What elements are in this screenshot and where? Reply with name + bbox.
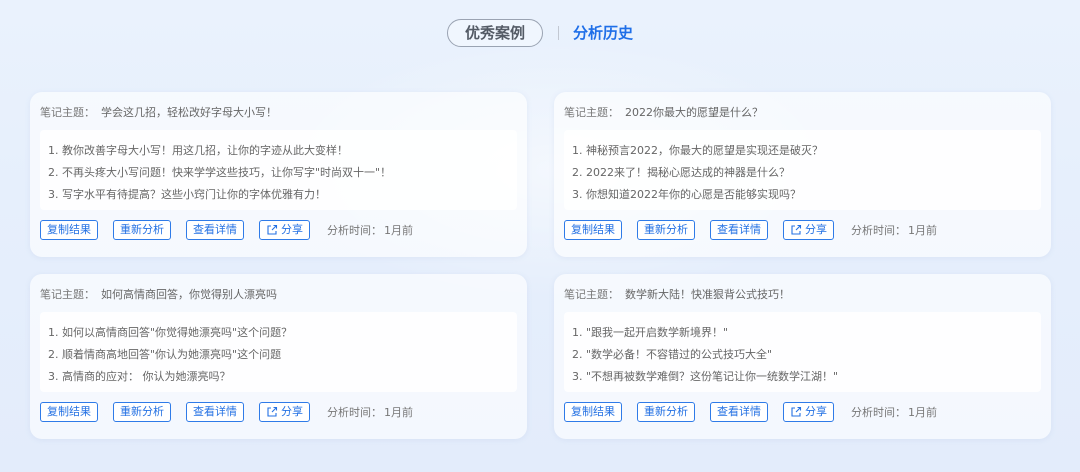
- analysis-time-label: 分析时间：: [327, 406, 382, 419]
- share-button[interactable]: 分享: [783, 402, 834, 422]
- list-item: 2. 不再头疼大小写问题！快来学学这些技巧，让你写字"时尚双十一"！: [48, 166, 392, 179]
- card-actions: 复制结果 重新分析 查看详情 分享 分析时间： 1月前: [564, 220, 937, 240]
- card-title: 笔记主题： 学会这几招，轻松改好字母大小写！: [40, 104, 277, 120]
- view-details-button[interactable]: 查看详情: [186, 402, 244, 422]
- history-card: 笔记主题： 2022你最大的愿望是什么？ 1. 神秘预言2022，你最大的愿望是实…: [554, 92, 1051, 257]
- list-item: 2. 顺着情商高地回答"你认为她漂亮吗"这个问题: [48, 348, 282, 361]
- copy-result-button[interactable]: 复制结果: [564, 220, 622, 240]
- view-details-button[interactable]: 查看详情: [710, 220, 768, 240]
- subject-text: 学会这几招，轻松改好字母大小写！: [101, 106, 277, 119]
- tab-analysis-history[interactable]: 分析历史: [573, 20, 633, 46]
- subject-label: 笔记主题：: [564, 106, 619, 119]
- subject-text: 如何高情商回答，你觉得别人漂亮吗: [101, 288, 277, 301]
- share-button[interactable]: 分享: [259, 220, 310, 240]
- list-item: 3. 高情商的应对： 你认为她漂亮吗？: [48, 370, 231, 383]
- subject-text: 数学新大陆！快准狠背公式技巧！: [625, 288, 790, 301]
- list-item: 3. "不想再被数学难倒？这份笔记让你一统数学江湖！": [572, 370, 839, 383]
- analysis-time: 分析时间： 1月前: [851, 404, 937, 420]
- share-label: 分享: [281, 405, 303, 418]
- view-details-button[interactable]: 查看详情: [710, 402, 768, 422]
- result-list: 1. 神秘预言2022，你最大的愿望是实现还是破灭？ 2. 2022来了！揭秘心…: [564, 130, 1041, 210]
- analysis-time-label: 分析时间：: [851, 406, 906, 419]
- list-item: 1. 教你改善字母大小写！用这几招，让你的字迹从此大变样！: [48, 144, 348, 157]
- share-icon: [267, 406, 278, 417]
- list-item: 3. 写字水平有待提高？这些小窍门让你的字体优雅有力！: [48, 188, 326, 201]
- card-title: 笔记主题： 如何高情商回答，你觉得别人漂亮吗: [40, 286, 277, 302]
- card-title: 笔记主题： 2022你最大的愿望是什么？: [564, 104, 763, 120]
- share-label: 分享: [805, 405, 827, 418]
- reanalyze-button[interactable]: 重新分析: [637, 220, 695, 240]
- result-list: 1. 教你改善字母大小写！用这几招，让你的字迹从此大变样！ 2. 不再头疼大小写…: [40, 130, 517, 210]
- tab-bar: 优秀案例 分析历史: [0, 19, 1080, 47]
- share-icon: [791, 224, 802, 235]
- subject-label: 笔记主题：: [40, 288, 95, 301]
- reanalyze-button[interactable]: 重新分析: [637, 402, 695, 422]
- copy-result-button[interactable]: 复制结果: [564, 402, 622, 422]
- list-item: 2. 2022来了！揭秘心愿达成的神器是什么？: [572, 166, 790, 179]
- share-label: 分享: [281, 223, 303, 236]
- copy-result-button[interactable]: 复制结果: [40, 402, 98, 422]
- share-button[interactable]: 分享: [259, 402, 310, 422]
- list-item: 1. 神秘预言2022，你最大的愿望是实现还是破灭？: [572, 144, 823, 157]
- analysis-time: 分析时间： 1月前: [327, 404, 413, 420]
- copy-result-button[interactable]: 复制结果: [40, 220, 98, 240]
- history-card: 笔记主题： 如何高情商回答，你觉得别人漂亮吗 1. 如何以高情商回答"你觉得她漂亮…: [30, 274, 527, 439]
- tab-divider: [558, 26, 559, 40]
- share-icon: [791, 406, 802, 417]
- reanalyze-button[interactable]: 重新分析: [113, 402, 171, 422]
- card-actions: 复制结果 重新分析 查看详情 分享 分析时间： 1月前: [40, 402, 413, 422]
- result-list: 1. "跟我一起开启数学新境界！" 2. "数学必备！不容错过的公式技巧大全" …: [564, 312, 1041, 392]
- result-list: 1. 如何以高情商回答"你觉得她漂亮吗"这个问题？ 2. 顺着情商高地回答"你认…: [40, 312, 517, 392]
- card-actions: 复制结果 重新分析 查看详情 分享 分析时间： 1月前: [40, 220, 413, 240]
- analysis-time-value: 1月前: [908, 224, 937, 237]
- analysis-time: 分析时间： 1月前: [327, 222, 413, 238]
- analysis-time-value: 1月前: [384, 224, 413, 237]
- history-card: 笔记主题： 数学新大陆！快准狠背公式技巧！ 1. "跟我一起开启数学新境界！" 2…: [554, 274, 1051, 439]
- share-button[interactable]: 分享: [783, 220, 834, 240]
- analysis-time: 分析时间： 1月前: [851, 222, 937, 238]
- card-title: 笔记主题： 数学新大陆！快准狠背公式技巧！: [564, 286, 790, 302]
- share-icon: [267, 224, 278, 235]
- subject-label: 笔记主题：: [564, 288, 619, 301]
- tab-excellent-cases[interactable]: 优秀案例: [446, 19, 543, 47]
- card-actions: 复制结果 重新分析 查看详情 分享 分析时间： 1月前: [564, 402, 937, 422]
- analysis-time-label: 分析时间：: [851, 224, 906, 237]
- subject-text: 2022你最大的愿望是什么？: [625, 106, 763, 119]
- share-label: 分享: [805, 223, 827, 236]
- list-item: 3. 你想知道2022年你的心愿是否能够实现吗？: [572, 188, 801, 201]
- analysis-time-value: 1月前: [384, 406, 413, 419]
- history-card: 笔记主题： 学会这几招，轻松改好字母大小写！ 1. 教你改善字母大小写！用这几招，…: [30, 92, 527, 257]
- list-item: 1. "跟我一起开启数学新境界！": [572, 326, 729, 339]
- view-details-button[interactable]: 查看详情: [186, 220, 244, 240]
- subject-label: 笔记主题：: [40, 106, 95, 119]
- list-item: 2. "数学必备！不容错过的公式技巧大全": [572, 348, 773, 361]
- analysis-time-label: 分析时间：: [327, 224, 382, 237]
- reanalyze-button[interactable]: 重新分析: [113, 220, 171, 240]
- list-item: 1. 如何以高情商回答"你觉得她漂亮吗"这个问题？: [48, 326, 293, 339]
- analysis-time-value: 1月前: [908, 406, 937, 419]
